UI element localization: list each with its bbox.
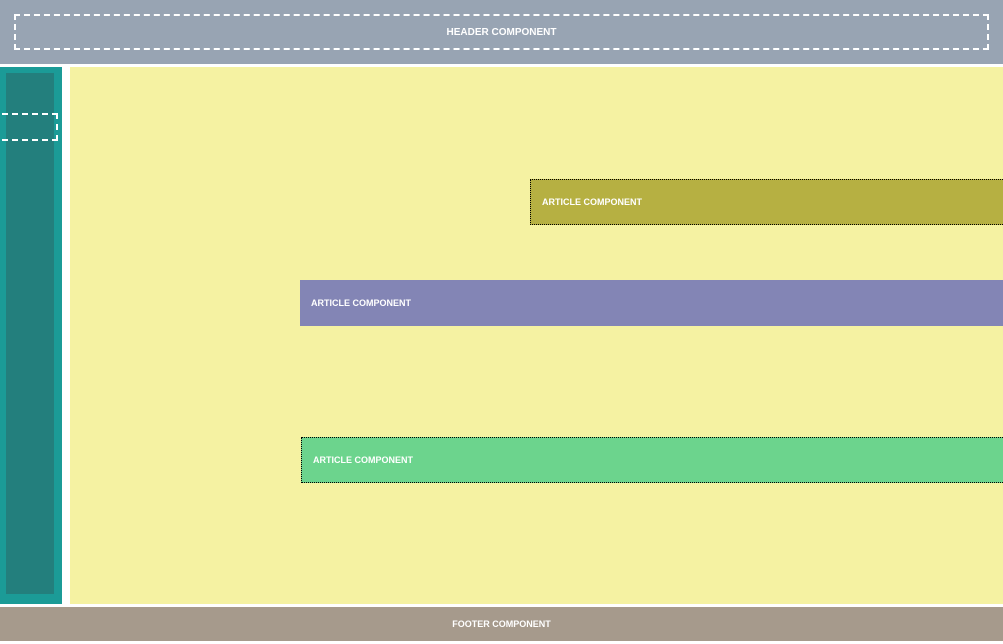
main-content: ARTICLE COMPONENT ARTICLE COMPONENT ARTI… bbox=[70, 67, 1003, 604]
footer-component: FOOTER COMPONENT bbox=[0, 607, 1003, 641]
article-label: ARTICLE COMPONENT bbox=[542, 197, 642, 207]
sidebar-component bbox=[0, 67, 62, 604]
header-component: HEADER COMPONENT bbox=[0, 0, 1003, 64]
article-label: ARTICLE COMPONENT bbox=[313, 455, 413, 465]
article-component-3: ARTICLE COMPONENT bbox=[301, 437, 1003, 483]
header-label: HEADER COMPONENT bbox=[446, 27, 556, 38]
footer-label: FOOTER COMPONENT bbox=[452, 619, 551, 629]
header-placeholder: HEADER COMPONENT bbox=[14, 14, 989, 50]
sidebar-placeholder bbox=[2, 113, 58, 141]
sidebar-inner bbox=[6, 73, 54, 594]
article-component-2: ARTICLE COMPONENT bbox=[300, 280, 1003, 326]
article-label: ARTICLE COMPONENT bbox=[311, 298, 411, 308]
article-component-1: ARTICLE COMPONENT bbox=[530, 179, 1003, 225]
